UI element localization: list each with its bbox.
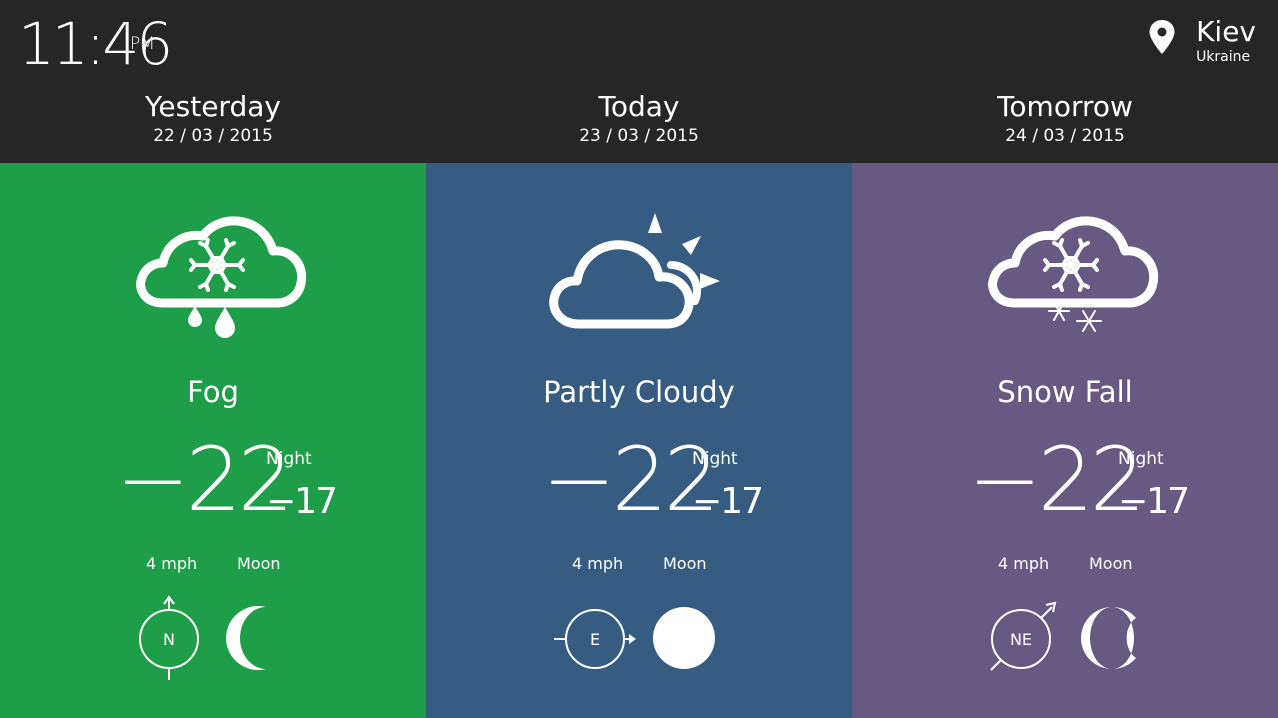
- forecast-card-yesterday[interactable]: Fog −22 Night −17 4 mph Moon N: [0, 163, 426, 718]
- day-date: 22 / 03 / 2015: [153, 126, 273, 146]
- night-label: Night: [692, 449, 738, 469]
- moon-label: Moon: [1089, 554, 1133, 573]
- night-temperature: −17: [692, 481, 764, 522]
- temperature: −22: [542, 428, 720, 531]
- fog-snow-rain-icon: [136, 216, 307, 338]
- day-name: Today: [598, 90, 680, 123]
- forecast-card-today[interactable]: Partly Cloudy −22 Night −17 4 mph Moon E: [426, 163, 852, 718]
- wind-direction-icon: E: [554, 609, 636, 669]
- crescent-moon-icon: [226, 606, 266, 670]
- wind-direction-label: NE: [1010, 630, 1032, 649]
- condition-label: Partly Cloudy: [543, 375, 735, 409]
- wind-direction-icon: NE: [990, 601, 1057, 671]
- day-header-tomorrow[interactable]: Tomorrow 24 / 03 / 2015: [852, 88, 1278, 146]
- condition-label: Fog: [187, 375, 239, 409]
- location-pin-icon: [1149, 20, 1175, 54]
- temperature: −22: [968, 428, 1146, 531]
- full-moon-icon: [653, 607, 715, 669]
- night-temperature: −17: [266, 481, 338, 522]
- moon-label: Moon: [663, 554, 707, 573]
- temperature: −22: [116, 428, 294, 531]
- clock: 11:46 PM: [18, 8, 173, 80]
- wind-speed: 4 mph: [572, 554, 624, 573]
- clock-ampm: PM: [130, 34, 155, 54]
- wind-direction-label: E: [590, 630, 600, 649]
- day-date: 23 / 03 / 2015: [579, 126, 699, 146]
- gibbous-moon-icon: [1080, 606, 1136, 670]
- night-label: Night: [1118, 449, 1164, 469]
- wind-speed: 4 mph: [998, 554, 1050, 573]
- snow-fall-icon: [988, 216, 1159, 332]
- forecast-card-tomorrow[interactable]: Snow Fall −22 Night −17 4 mph Moon NE: [852, 163, 1278, 718]
- wind-direction-label: N: [163, 630, 175, 649]
- wind-direction-icon: N: [139, 595, 199, 680]
- partly-cloudy-icon: [549, 213, 720, 329]
- day-name: Yesterday: [145, 90, 281, 123]
- day-header-today[interactable]: Today 23 / 03 / 2015: [426, 88, 852, 146]
- location[interactable]: Kiev Ukraine: [1149, 15, 1256, 72]
- moon-label: Moon: [237, 554, 281, 573]
- condition-label: Snow Fall: [997, 375, 1133, 409]
- wind-speed: 4 mph: [146, 554, 198, 573]
- day-name: Tomorrow: [997, 90, 1133, 123]
- forecast-columns: Fog −22 Night −17 4 mph Moon N Partly Cl…: [0, 163, 1278, 718]
- day-headers: Yesterday 22 / 03 / 2015 Today 23 / 03 /…: [0, 88, 1278, 163]
- location-city: Kiev: [1196, 15, 1256, 48]
- day-date: 24 / 03 / 2015: [1005, 126, 1125, 146]
- location-country: Ukraine: [1196, 49, 1251, 65]
- night-temperature: −17: [1118, 481, 1190, 522]
- day-header-yesterday[interactable]: Yesterday 22 / 03 / 2015: [0, 88, 426, 146]
- night-label: Night: [266, 449, 312, 469]
